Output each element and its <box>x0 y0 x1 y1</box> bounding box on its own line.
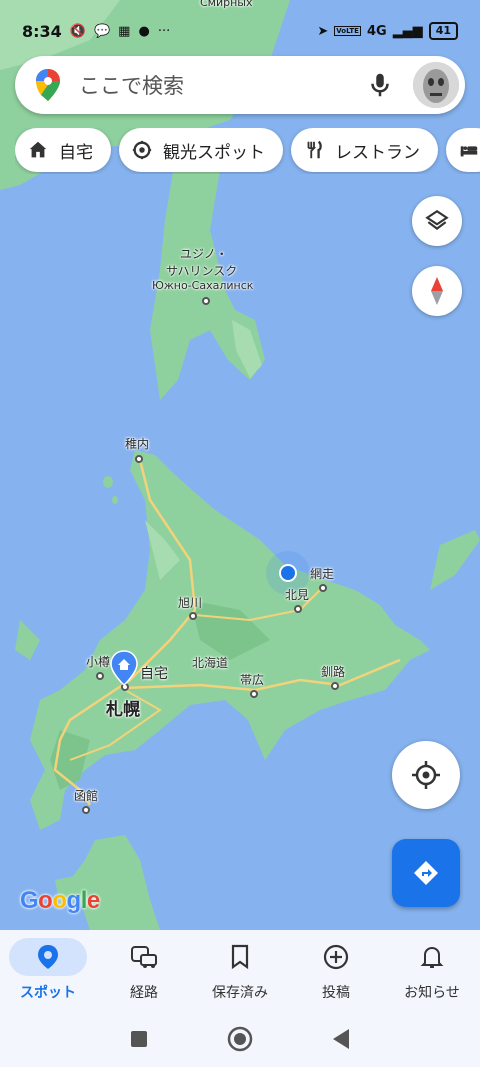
nav-commute[interactable]: 経路 <box>96 930 192 1010</box>
signal-icon: ▂▄▆ <box>392 23 423 39</box>
nav-saved[interactable]: 保存済み <box>192 930 288 1010</box>
back-icon[interactable] <box>331 1028 351 1050</box>
home-pin-icon[interactable] <box>110 650 138 686</box>
search-bar[interactable]: ここで検索 <box>15 56 465 114</box>
compass-button[interactable] <box>412 266 462 316</box>
chip-hotel[interactable] <box>446 128 480 172</box>
home-icon <box>29 141 47 158</box>
contribute-icon <box>323 944 349 970</box>
map-label-kitami[interactable]: 北見 <box>285 586 309 603</box>
my-location-button[interactable] <box>392 741 460 809</box>
city-dot-wakkanai <box>135 455 143 463</box>
chip-label: 観光スポット <box>163 142 265 163</box>
city-dot-asahikawa <box>189 612 197 620</box>
chip-label: レストラン <box>335 142 420 163</box>
recents-icon[interactable] <box>129 1029 149 1049</box>
city-dot-obihiro <box>250 690 258 698</box>
nav-label: お知らせ <box>404 985 460 1001</box>
location-arrow-icon: ➤ <box>317 23 329 39</box>
more-notifications-icon: ··· <box>157 23 171 39</box>
map-label-yuzhno-jp-1[interactable]: ユジノ・ <box>180 245 228 262</box>
system-navigation-bar <box>0 1010 480 1067</box>
restaurant-icon <box>307 140 322 159</box>
compass-icon <box>431 277 443 305</box>
chip-sightseeing[interactable]: 観光スポット <box>119 128 283 172</box>
map-label-hokkaido[interactable]: 北海道 <box>192 654 228 671</box>
bottom-navigation: スポット 経路 保存済み 投稿 お知らせ <box>0 930 480 1010</box>
nav-updates[interactable]: お知らせ <box>384 930 480 1010</box>
map-label-wakkanai[interactable]: 稚内 <box>125 435 149 452</box>
crosshair-icon <box>412 761 440 789</box>
battery-indicator: 41 <box>428 22 458 40</box>
map-label-otaru[interactable]: 小樽 <box>86 653 110 670</box>
directions-button[interactable] <box>392 839 460 907</box>
microphone-icon[interactable] <box>365 70 395 100</box>
current-location-dot <box>281 566 295 580</box>
status-time: 8:34 <box>22 21 62 41</box>
category-chips: 自宅 観光スポット レストラン <box>15 128 480 174</box>
directions-icon <box>414 861 438 885</box>
google-logo: Google <box>20 887 100 914</box>
city-dot-kitami <box>294 605 302 613</box>
mute-icon: 🔇 <box>69 23 86 39</box>
map-label-smirnykh[interactable]: Смирных <box>200 0 253 9</box>
map-label-asahikawa[interactable]: 旭川 <box>178 594 202 611</box>
city-dot-abashiri <box>319 584 327 592</box>
home-circle-icon[interactable] <box>227 1026 253 1052</box>
map-label-yuzhno-ru[interactable]: Южно-Сахалинск <box>152 279 253 292</box>
city-dot-kushiro <box>331 682 339 690</box>
layers-icon <box>425 209 449 230</box>
hotel-icon <box>460 146 478 157</box>
maps-logo-icon <box>36 69 60 101</box>
map-label-home[interactable]: 自宅 <box>140 663 168 683</box>
map-label-yuzhno-jp-2[interactable]: サハリンスク <box>166 262 237 279</box>
explore-pin-icon <box>38 945 58 969</box>
commute-icon <box>131 946 157 968</box>
map-label-abashiri[interactable]: 網走 <box>310 565 334 582</box>
line-icon: ● <box>138 23 150 39</box>
landmark-icon <box>132 140 152 160</box>
city-dot-otaru <box>96 672 104 680</box>
app-grid-icon: ▦ <box>118 23 131 39</box>
network-label: 4G <box>366 23 387 39</box>
chip-home[interactable]: 自宅 <box>15 128 111 172</box>
nav-label: スポット <box>20 985 76 1001</box>
city-dot-hakodate <box>82 806 90 814</box>
chip-restaurant[interactable]: レストラン <box>291 128 438 172</box>
map-label-kushiro[interactable]: 釧路 <box>321 663 345 680</box>
volte-icon: VoLTE <box>334 26 361 36</box>
map-layers-button[interactable] <box>412 196 462 246</box>
nav-label: 保存済み <box>212 985 268 1001</box>
chip-label: 自宅 <box>59 142 93 163</box>
bell-icon <box>420 946 444 968</box>
nav-label: 経路 <box>130 985 158 1001</box>
map-label-obihiro[interactable]: 帯広 <box>240 671 264 688</box>
nav-explore[interactable]: スポット <box>0 930 96 1010</box>
nav-contribute[interactable]: 投稿 <box>288 930 384 1010</box>
map-label-hakodate[interactable]: 函館 <box>74 787 98 804</box>
city-dot-yuzhno <box>202 297 210 305</box>
status-bar: 8:34 🔇 💬 ▦ ● ··· ➤ VoLTE 4G ▂▄▆ 41 <box>0 16 480 46</box>
message-icon: 💬 <box>93 23 111 39</box>
account-avatar[interactable] <box>413 62 459 108</box>
search-input[interactable]: ここで検索 <box>79 70 365 100</box>
nav-label: 投稿 <box>322 985 350 1001</box>
bookmark-icon <box>231 944 249 970</box>
map-label-sapporo[interactable]: 札幌 <box>106 695 140 720</box>
